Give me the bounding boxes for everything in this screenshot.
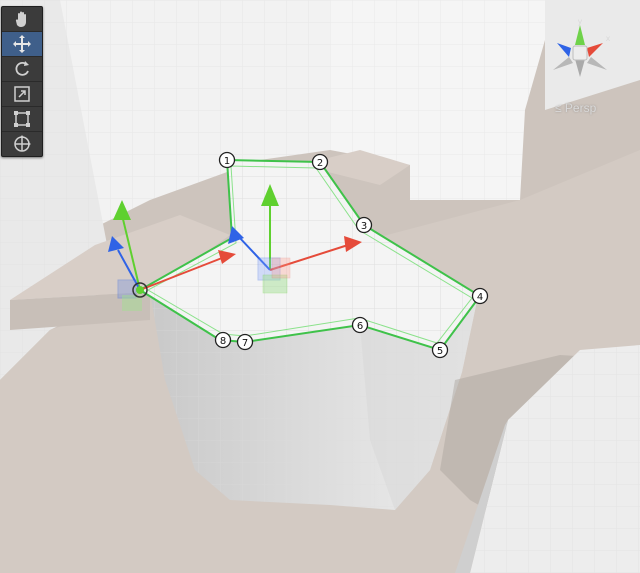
- scene-viewport[interactable]: 1 2 3 4 5 6 7 8 y x ≤ Persp: [0, 0, 640, 573]
- spline-point-4[interactable]: 4: [471, 287, 489, 305]
- spline-point-label: 5: [437, 346, 443, 357]
- spline-point-label: 2: [317, 158, 323, 169]
- spline-point-label: 1: [224, 156, 230, 167]
- scale-icon: [14, 86, 30, 102]
- gizmo-x-label: x: [606, 34, 611, 43]
- tool-palette: [1, 6, 43, 157]
- projection-toggle[interactable]: ≤ Persp: [555, 101, 596, 115]
- gizmo-z-cone-icon: [557, 43, 571, 57]
- rect-transform-icon: [14, 111, 30, 127]
- spline-point-label: 7: [242, 338, 248, 349]
- spline-point-1[interactable]: 1: [218, 151, 236, 169]
- spline-point-label: 4: [477, 292, 483, 303]
- spline-point-8[interactable]: 8: [214, 331, 232, 349]
- spline-point-label: 3: [361, 221, 367, 232]
- tool-hand[interactable]: [2, 7, 42, 32]
- tool-rect[interactable]: [2, 107, 42, 132]
- spline-point-2[interactable]: 2: [311, 153, 329, 171]
- gizmo-y-label: y: [578, 17, 583, 26]
- rotate-icon: [15, 61, 29, 76]
- spline-point-5[interactable]: 5: [431, 341, 449, 359]
- move-arrows-icon: [13, 35, 31, 53]
- gizmo-y-cone-icon: [575, 25, 585, 45]
- tool-rotate[interactable]: [2, 57, 42, 82]
- tool-scale[interactable]: [2, 82, 42, 107]
- transform-icon: [14, 135, 31, 152]
- spline-point-7[interactable]: 7: [236, 333, 254, 351]
- orientation-gizmo[interactable]: y x: [545, 15, 615, 85]
- hand-icon: [15, 11, 26, 27]
- spline-point-label: 8: [220, 336, 226, 347]
- spline-point-label: 6: [357, 321, 363, 332]
- spline-point-3[interactable]: 3: [355, 216, 373, 234]
- tool-move[interactable]: [2, 32, 42, 57]
- gizmo-x-cone-icon: [587, 43, 603, 57]
- spline-point-6[interactable]: 6: [351, 316, 369, 334]
- tool-transform[interactable]: [2, 132, 42, 156]
- spline-point-markers: 1 2 3 4 5 6 7 8: [214, 151, 489, 359]
